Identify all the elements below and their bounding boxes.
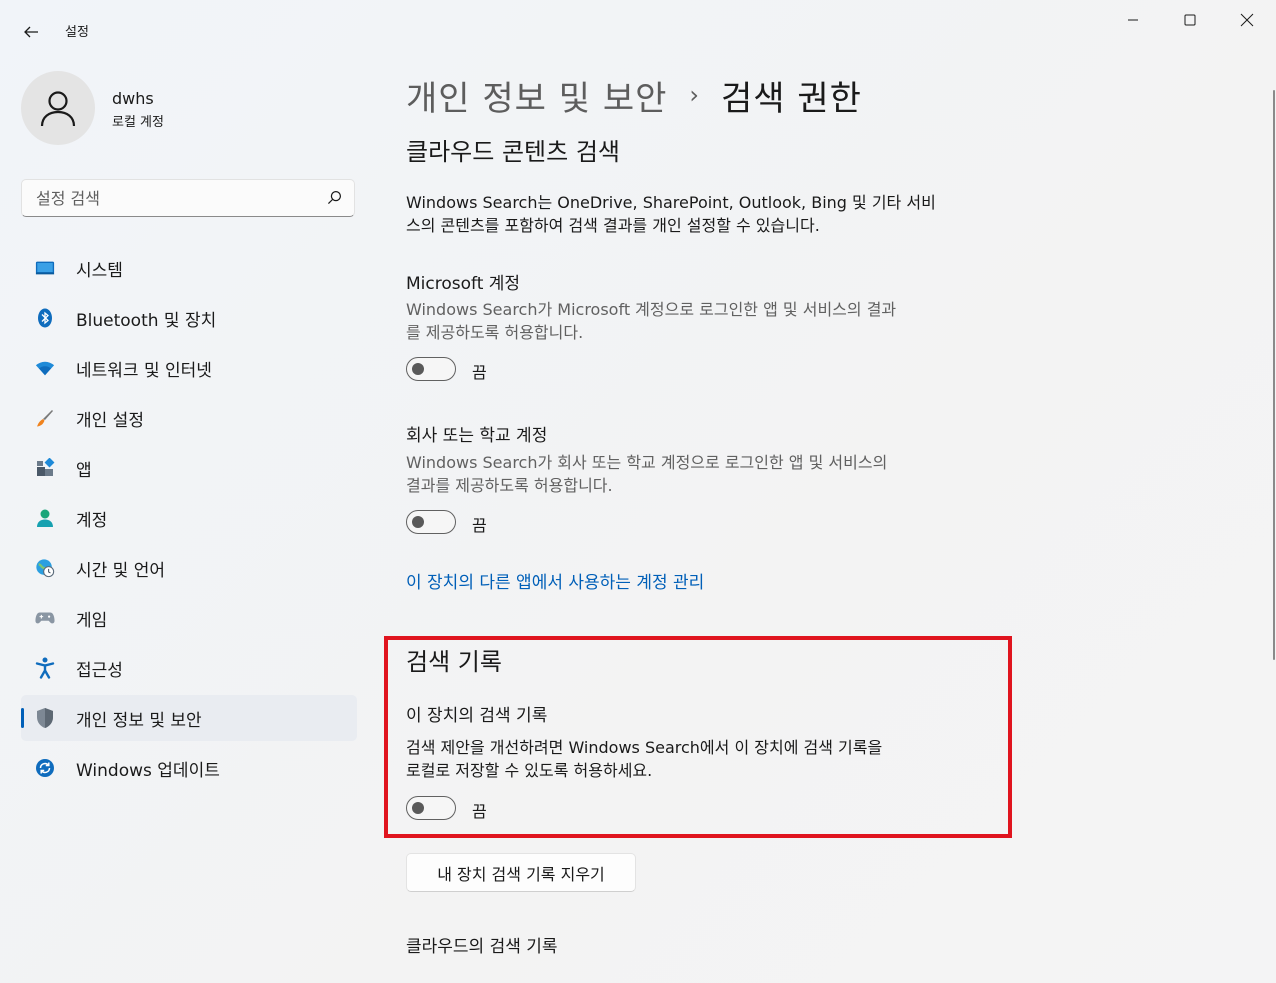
settings-window: 설정 dwhs 로컬 계정 시스템: [0, 0, 1276, 983]
sidebar-nav: 시스템 Bluetooth 및 장치 네트워크 및 인터넷 개인 설정 앱 계정…: [21, 245, 357, 795]
page-title: 검색 권한: [721, 78, 862, 119]
toggle-knob: [412, 363, 424, 375]
clear-device-search-history-button[interactable]: 내 장치 검색 기록 지우기: [406, 853, 636, 892]
device-search-history-toggle-state: 끔: [472, 802, 487, 821]
close-icon: [1240, 13, 1253, 27]
setting-desc-work-school-account: Windows Search가 회사 또는 학교 계정으로 로그인한 앱 및 서…: [406, 453, 888, 495]
back-arrow-icon: [24, 26, 38, 38]
sidebar-item-accessibility[interactable]: 접근성: [21, 645, 357, 691]
gamepad-icon: [35, 608, 55, 628]
sidebar-item-personalization[interactable]: 개인 설정: [21, 395, 357, 441]
globe-clock-icon: [35, 558, 55, 578]
work-school-account-toggle-state: 끔: [472, 516, 487, 535]
breadcrumb-separator: ›: [689, 81, 699, 109]
accessibility-icon: [35, 657, 55, 679]
breadcrumb-parent[interactable]: 개인 정보 및 보안: [406, 71, 667, 120]
user-icon: [40, 91, 76, 127]
settings-search-input[interactable]: [22, 180, 312, 216]
setting-title-microsoft-account: Microsoft 계정: [406, 274, 521, 294]
shield-icon: [35, 708, 55, 728]
account-type: 로컬 계정: [112, 115, 164, 130]
setting-title-device-search-history: 이 장치의 검색 기록: [406, 706, 548, 726]
sidebar-item-network[interactable]: 네트워크 및 인터넷: [21, 345, 357, 391]
setting-title-work-school-account: 회사 또는 학교 계정: [406, 426, 548, 446]
search-icon[interactable]: [327, 190, 342, 205]
wifi-icon: [35, 358, 55, 378]
settings-search-box[interactable]: [21, 179, 355, 217]
minimize-icon: [1127, 19, 1138, 21]
breadcrumb: 개인 정보 및 보안 › 검색 권한: [406, 70, 862, 120]
section-title-cloud-search: 클라우드 콘텐츠 검색: [406, 138, 620, 166]
work-school-account-toggle[interactable]: [406, 510, 456, 534]
user-name: dwhs: [112, 89, 154, 108]
scrollbar-thumb[interactable]: [1273, 90, 1275, 660]
microsoft-account-toggle-state: 끔: [472, 363, 487, 382]
brush-icon: [35, 408, 55, 428]
sidebar-item-bluetooth[interactable]: Bluetooth 및 장치: [21, 295, 357, 341]
microsoft-account-toggle[interactable]: [406, 357, 456, 381]
setting-title-cloud-search-history: 클라우드의 검색 기록: [406, 937, 558, 957]
sidebar-item-accounts[interactable]: 계정: [21, 495, 357, 541]
sidebar-item-system[interactable]: 시스템: [21, 245, 357, 291]
maximize-icon: [1184, 14, 1195, 26]
sidebar-item-time-language[interactable]: 시간 및 언어: [21, 545, 357, 591]
setting-desc-device-search-history: 검색 제안을 개선하려면 Windows Search에서 이 장치에 검색 기…: [406, 738, 883, 780]
app-title: 설정: [65, 25, 89, 40]
title-bar: 설정: [0, 0, 1276, 48]
system-icon: [35, 258, 55, 278]
sidebar-item-windows-update[interactable]: Windows 업데이트: [21, 745, 357, 791]
bluetooth-icon: [35, 308, 55, 328]
minimize-button[interactable]: [1104, 0, 1161, 40]
selection-indicator: [21, 708, 24, 728]
manage-accounts-link[interactable]: 이 장치의 다른 앱에서 사용하는 계정 관리: [406, 568, 704, 593]
cloud-search-description: Windows Search는 OneDrive, SharePoint, Ou…: [406, 193, 936, 235]
avatar[interactable]: [21, 71, 95, 145]
back-button[interactable]: [13, 14, 49, 50]
setting-desc-microsoft-account: Windows Search가 Microsoft 계정으로 로그인한 앱 및 …: [406, 300, 897, 342]
sidebar-item-privacy-security[interactable]: 개인 정보 및 보안: [21, 695, 357, 741]
toggle-knob: [412, 802, 424, 814]
close-button[interactable]: [1218, 0, 1275, 40]
toggle-knob: [412, 516, 424, 528]
maximize-button[interactable]: [1161, 0, 1218, 40]
account-icon: [35, 508, 55, 528]
sidebar-item-gaming[interactable]: 게임: [21, 595, 357, 641]
update-icon: [35, 758, 55, 778]
section-title-search-history: 검색 기록: [406, 648, 502, 676]
sidebar-item-apps[interactable]: 앱: [21, 445, 357, 491]
apps-icon: [35, 458, 55, 478]
device-search-history-toggle[interactable]: [406, 796, 456, 820]
